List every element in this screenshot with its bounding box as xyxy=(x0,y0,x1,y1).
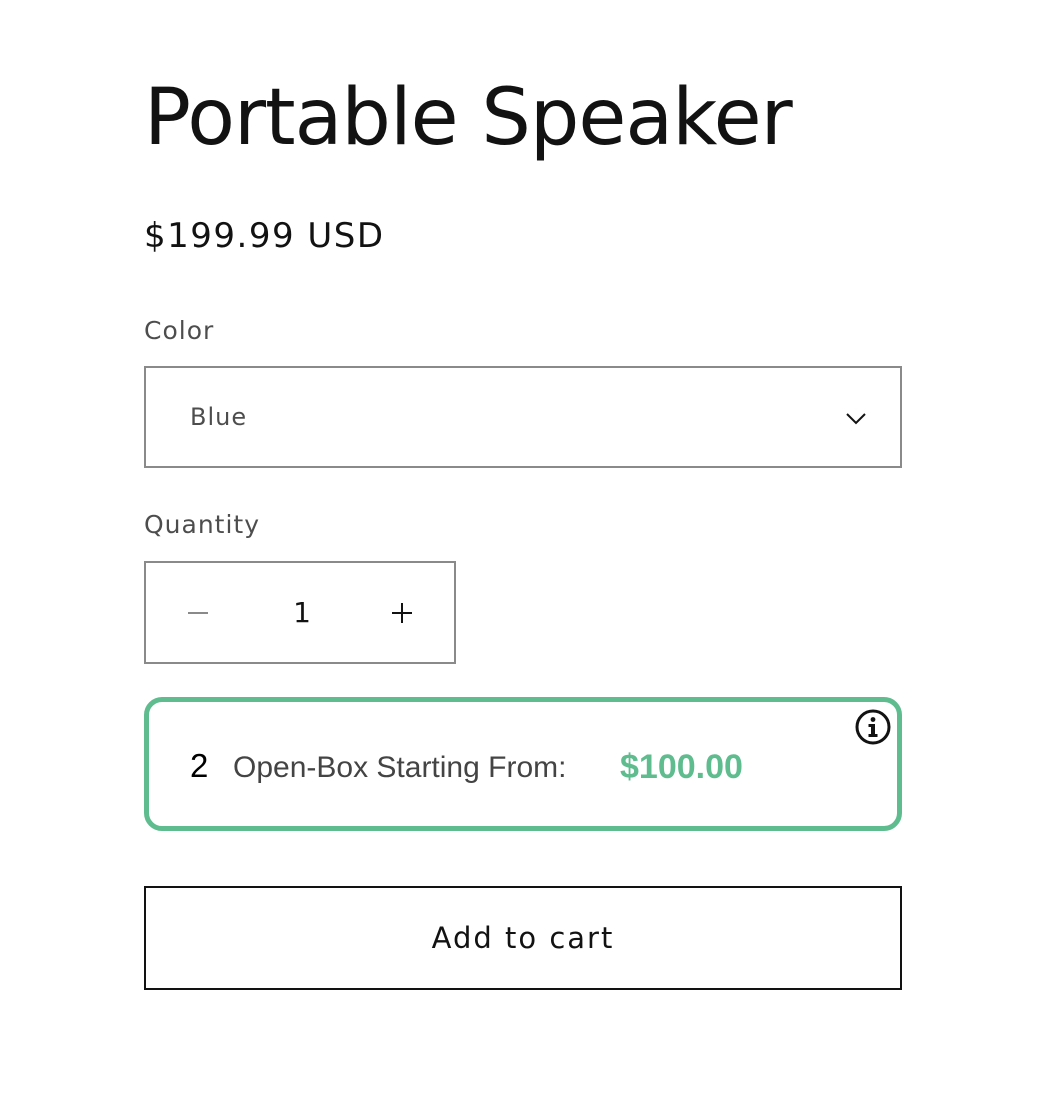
color-select[interactable]: Blue xyxy=(144,366,902,468)
quantity-decrease-button[interactable] xyxy=(146,563,250,662)
color-selected-value: Blue xyxy=(190,403,248,431)
quantity-label: Quantity xyxy=(144,510,261,539)
quantity-increase-button[interactable] xyxy=(350,563,454,662)
quantity-stepper: 1 xyxy=(144,561,456,664)
color-label: Color xyxy=(144,316,215,345)
add-to-cart-button[interactable]: Add to cart xyxy=(144,886,902,990)
chevron-down-icon xyxy=(846,413,866,425)
open-box-count: 2 xyxy=(190,747,209,784)
product-title: Portable Speaker xyxy=(144,73,793,163)
quantity-input[interactable]: 1 xyxy=(250,563,354,662)
open-box-offer[interactable]: 2 Open-Box Starting From: $100.00 xyxy=(144,697,902,831)
open-box-price: $100.00 xyxy=(620,748,743,786)
minus-icon xyxy=(188,611,208,614)
info-icon[interactable] xyxy=(854,708,892,746)
plus-icon xyxy=(392,602,412,623)
open-box-label: Open-Box Starting From: xyxy=(233,751,567,784)
product-price: $199.99 USD xyxy=(144,216,385,256)
